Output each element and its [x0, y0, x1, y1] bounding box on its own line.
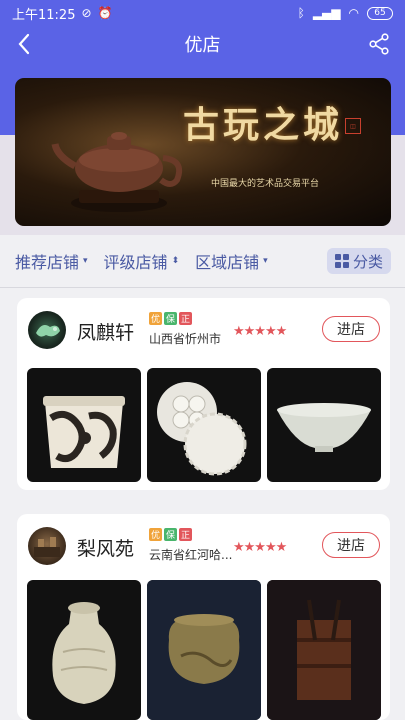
product-thumbnail[interactable] [267, 368, 381, 482]
promo-banner[interactable]: 古玩之城 ◫ 中国最大的艺术品交易平台 [15, 78, 391, 226]
shop-location: 云南省红河哈... [149, 548, 233, 562]
enter-shop-button[interactable]: 进店 [322, 316, 380, 342]
jar-image [43, 396, 125, 468]
shop-avatar[interactable] [28, 527, 66, 565]
badge-authentic: 正 [179, 312, 192, 325]
product-thumbnails [27, 580, 381, 720]
product-thumbnail[interactable] [27, 368, 141, 482]
nav-bar: 优店 [0, 26, 405, 62]
status-time: 上午11:25 [12, 7, 76, 23]
bluetooth-icon: ᛒ [297, 6, 305, 20]
shop-card[interactable]: 凤麒轩 优 保 正 山西省忻州市 ★★★★★ 进店 [17, 298, 390, 490]
seal-icon: ◫ [345, 118, 361, 134]
filter-label: 区域店铺 [195, 253, 260, 272]
enter-shop-button[interactable]: 进店 [322, 532, 380, 558]
badge-guarantee: 保 [164, 528, 177, 541]
share-button[interactable] [365, 30, 393, 58]
filter-label: 评级店铺 [103, 253, 168, 272]
banner-subtitle: 中国最大的艺术品交易平台 [211, 179, 320, 189]
banner-title: 古玩之城 [183, 104, 344, 146]
bowl-image [277, 403, 371, 452]
filter-region[interactable]: 区域店铺 ▾ [195, 249, 268, 273]
category-button[interactable]: 分类 [326, 248, 391, 274]
shop-badges: 优 保 正 [149, 528, 192, 541]
back-button[interactable] [10, 30, 38, 58]
shop-card[interactable]: 梨风苑 优 保 正 云南省红河哈... ★★★★★ 进店 [17, 514, 390, 720]
shop-interior-image [34, 537, 60, 557]
product-thumbnail[interactable] [27, 580, 141, 720]
filter-rated[interactable]: 评级店铺 ⬍ [104, 249, 180, 273]
divider [0, 287, 405, 288]
signal-icon: ▂▄▆ [312, 6, 341, 20]
battery-icon: 65 [367, 6, 393, 20]
product-thumbnails [27, 368, 381, 482]
share-icon [369, 33, 389, 55]
status-bar: 上午11:25 ⊘ ⏰ ᛒ ▂▄▆ ◠ 65 [0, 0, 405, 26]
vase-image [52, 602, 116, 704]
dropdown-arrow-icon: ▾ [263, 256, 268, 266]
pot-image [147, 580, 261, 720]
teapot-image [51, 132, 183, 212]
alarm-icon: ⏰ [97, 6, 113, 20]
badge-quality: 优 [149, 528, 162, 541]
shop-name[interactable]: 梨风苑 [77, 534, 134, 561]
do-not-disturb-icon: ⊘ [81, 6, 92, 20]
rating-stars: ★★★★★ [233, 540, 287, 555]
product-thumbnail[interactable] [267, 580, 381, 720]
category-label: 分类 [352, 252, 383, 271]
badge-quality: 优 [149, 312, 162, 325]
porcelain-box-image [157, 382, 247, 476]
product-thumbnail[interactable] [147, 368, 261, 482]
chevron-left-icon [18, 33, 30, 55]
badge-guarantee: 保 [164, 312, 177, 325]
shop-avatar[interactable] [28, 311, 66, 349]
sort-arrow-icon: ⬍ [171, 256, 180, 266]
shop-badges: 优 保 正 [149, 312, 192, 325]
shop-name[interactable]: 凤麒轩 [77, 318, 134, 345]
jade-dragon-image [36, 325, 60, 337]
page-title: 优店 [184, 35, 221, 56]
product-thumbnail[interactable] [147, 580, 261, 720]
badge-authentic: 正 [179, 528, 192, 541]
wifi-icon: ◠ [348, 6, 359, 20]
filter-recommended[interactable]: 推荐店铺 ▾ [15, 249, 88, 273]
wooden-box-image [267, 580, 381, 720]
grid-icon [334, 254, 349, 268]
dropdown-arrow-icon: ▾ [83, 256, 88, 266]
filter-label: 推荐店铺 [15, 253, 80, 272]
shop-location: 山西省忻州市 [149, 332, 222, 346]
rating-stars: ★★★★★ [233, 324, 287, 339]
